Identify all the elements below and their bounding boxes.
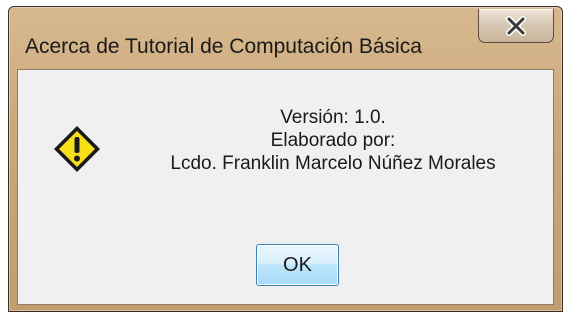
window-title: Acerca de Tutorial de Computación Básica xyxy=(25,35,422,58)
author-name-text: Lcdo. Franklin Marcelo Núñez Morales xyxy=(170,153,496,174)
dialog-content: Versión: 1.0. Elaborado por: Lcdo. Frank… xyxy=(17,69,554,305)
close-button[interactable] xyxy=(478,9,554,43)
close-x-icon xyxy=(506,15,526,36)
version-text: Versión: 1.0. xyxy=(280,107,386,128)
ok-button[interactable]: OK xyxy=(256,244,339,286)
about-message: Versión: 1.0. Elaborado por: Lcdo. Frank… xyxy=(118,106,548,175)
about-dialog-window: Acerca de Tutorial de Computación Básica… xyxy=(8,6,563,312)
title-bar[interactable]: Acerca de Tutorial de Computación Básica xyxy=(9,7,562,69)
warning-icon xyxy=(54,126,100,172)
author-label-text: Elaborado por: xyxy=(270,130,396,151)
